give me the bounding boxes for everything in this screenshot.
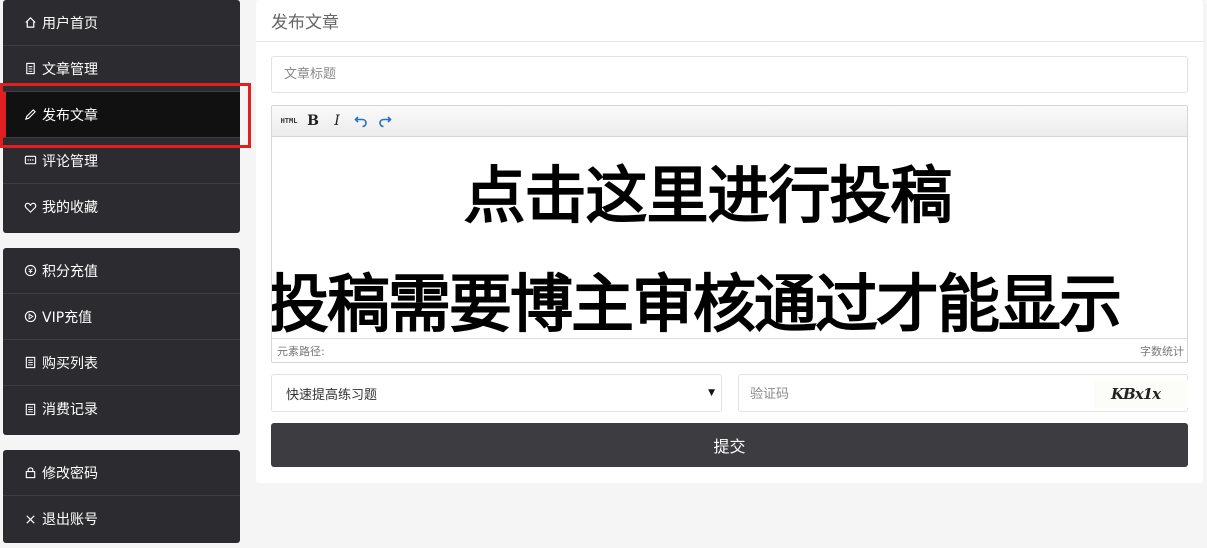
- vip-icon: [23, 310, 37, 324]
- close-icon: [23, 512, 37, 526]
- element-path-label: 元素路径:: [277, 344, 325, 358]
- page-title: 发布文章: [256, 0, 1203, 42]
- bold-button[interactable]: B: [302, 110, 324, 132]
- sidebar-item-comments[interactable]: 评论管理: [3, 138, 240, 184]
- category-select[interactable]: 快速提高练习题 ▼: [271, 374, 722, 412]
- article-title-input[interactable]: [271, 56, 1188, 93]
- sidebar-item-label: 消费记录: [42, 402, 98, 418]
- receipt-icon: [23, 402, 37, 416]
- sidebar-item-label: 用户首页: [42, 15, 98, 32]
- editor-toolbar: HTML B I: [272, 106, 1187, 137]
- sidebar-item-recharge[interactable]: 积分充值: [3, 248, 240, 294]
- italic-button[interactable]: I: [326, 110, 348, 132]
- sidebar-item-label: VIP充值: [42, 309, 93, 326]
- comment-icon: [23, 154, 37, 168]
- sidebar-item-favorites[interactable]: 我的收藏: [3, 184, 240, 230]
- sidebar-group-account: 用户首页 文章管理 发布文章 评论管理 我的收藏: [3, 0, 240, 233]
- sidebar-item-home[interactable]: 用户首页: [3, 0, 240, 46]
- sidebar-group-security: 修改密码 退出账号: [3, 450, 240, 543]
- sidebar-item-vip[interactable]: VIP充值: [3, 294, 240, 340]
- sidebar-item-publish[interactable]: 发布文章: [3, 92, 240, 138]
- list-icon: [23, 356, 37, 370]
- category-select-value: 快速提高练习题: [286, 387, 378, 403]
- sidebar-item-spending[interactable]: 消费记录: [3, 386, 240, 432]
- submit-button[interactable]: 提交: [271, 423, 1188, 467]
- html-source-button[interactable]: HTML: [278, 110, 300, 132]
- sidebar-item-articles[interactable]: 文章管理: [3, 46, 240, 92]
- rich-text-editor[interactable]: HTML B I 点击这里进行投稿 投稿需要博主审核通过才能显示 元素路径: 字…: [271, 105, 1188, 363]
- heart-icon: [23, 200, 37, 214]
- sidebar-item-label: 我的收藏: [42, 200, 98, 216]
- captcha-input[interactable]: [739, 375, 1092, 413]
- editor-text-line: 点击这里进行投稿: [463, 159, 952, 232]
- redo-button[interactable]: [374, 110, 396, 132]
- sidebar-item-label: 积分充值: [42, 263, 98, 280]
- editor-statusbar: 元素路径: 字数统计: [272, 338, 1187, 362]
- captcha-field: KBx1x: [738, 374, 1188, 413]
- sidebar-item-label: 评论管理: [42, 153, 98, 170]
- sidebar-item-label: 发布文章: [42, 107, 98, 124]
- sidebar-item-label: 购买列表: [42, 355, 98, 372]
- undo-icon: [354, 116, 367, 128]
- editor-content[interactable]: 点击这里进行投稿 投稿需要博主审核通过才能显示: [272, 137, 1187, 338]
- sidebar-item-purchases[interactable]: 购买列表: [3, 340, 240, 386]
- editor-text-line: 投稿需要博主审核通过才能显示: [272, 268, 1122, 338]
- document-icon: [23, 62, 37, 76]
- undo-button[interactable]: [350, 110, 372, 132]
- sidebar-group-finance: 积分充值 VIP充值 购买列表 消费记录: [3, 248, 240, 435]
- sidebar-item-label: 退出账号: [42, 512, 98, 528]
- caret-down-icon: ▼: [708, 388, 715, 398]
- sidebar-item-label: 修改密码: [42, 465, 98, 482]
- sidebar-item-logout[interactable]: 退出账号: [3, 496, 240, 542]
- lock-icon: [23, 466, 37, 480]
- redo-icon: [379, 116, 392, 128]
- home-icon: [23, 16, 37, 30]
- word-count-label: 字数统计: [1140, 344, 1184, 358]
- sidebar-item-label: 文章管理: [42, 61, 98, 78]
- coin-icon: [23, 264, 37, 278]
- sidebar-item-change-password[interactable]: 修改密码: [3, 450, 240, 496]
- pencil-icon: [23, 108, 37, 122]
- publish-article-panel: 发布文章 HTML B I 点击这里进行投稿 投稿需要博主审核通过才能显示 元素…: [256, 0, 1203, 483]
- captcha-image[interactable]: KBx1x: [1094, 380, 1188, 408]
